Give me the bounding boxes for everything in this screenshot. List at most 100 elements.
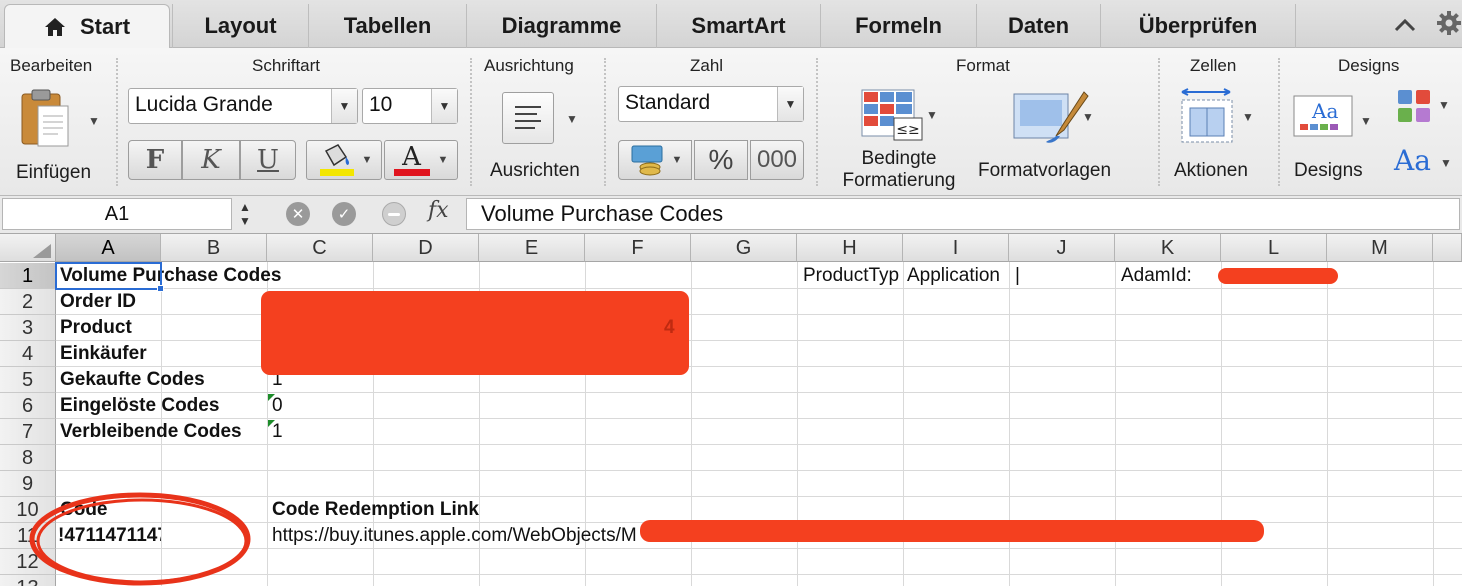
row-header-6[interactable]: 6 (0, 393, 56, 419)
column-header-i[interactable]: I (903, 234, 1009, 262)
chevron-down-icon: ▼ (88, 114, 100, 128)
designs-button[interactable]: Aa ▼ Designs (1290, 88, 1380, 188)
cell-actions-button[interactable]: ▼ Aktionen (1168, 86, 1268, 192)
font-color-glyph: A (402, 141, 421, 172)
gridline (56, 418, 1462, 419)
align-button[interactable]: ▼ Ausrichten (488, 88, 598, 188)
column-header-j[interactable]: J (1009, 234, 1115, 262)
tab-daten[interactable]: Daten (976, 4, 1100, 48)
formula-input[interactable]: Volume Purchase Codes (466, 198, 1460, 230)
column-header-g[interactable]: G (691, 234, 797, 262)
align-label: Ausrichten (490, 160, 580, 181)
column-header-c[interactable]: C (267, 234, 373, 262)
font-size-dropdown[interactable]: 10 ▼ (362, 88, 458, 124)
column-header-n[interactable] (1433, 234, 1462, 262)
cell-k1[interactable]: AdamId: (1117, 263, 1192, 289)
designs-label: Designs (1294, 160, 1363, 181)
row-header-3[interactable]: 3 (0, 315, 56, 341)
svg-text:Aa: Aa (1311, 99, 1338, 123)
row-header-7[interactable]: 7 (0, 419, 56, 445)
group-separator (604, 58, 606, 186)
format-styles-label: Formatvorlagen (978, 160, 1112, 181)
column-header-e[interactable]: E (479, 234, 585, 262)
confirm-icon[interactable]: ✓ (332, 202, 356, 226)
group-separator (1158, 58, 1160, 186)
cell-c6[interactable]: 0 (268, 393, 283, 419)
conditional-formatting-icon: ≤≥ (861, 89, 923, 141)
font-name-value: Lucida Grande (135, 93, 273, 116)
svg-text:≤≥: ≤≥ (896, 122, 919, 138)
font-name-dropdown[interactable]: Lucida Grande ▼ (128, 88, 358, 124)
cell-h1[interactable]: ProductTyp (801, 263, 903, 289)
row-header-2[interactable]: 2 (0, 289, 56, 315)
cell-a5[interactable]: Gekaufte Codes (56, 367, 205, 393)
tab-smartart[interactable]: SmartArt (656, 4, 820, 48)
tab-tabellen[interactable]: Tabellen (308, 4, 466, 48)
cell-selection (55, 262, 162, 290)
tab-start[interactable]: Start (4, 4, 170, 48)
column-header-k[interactable]: K (1115, 234, 1221, 262)
column-header-d[interactable]: D (373, 234, 479, 262)
tab-formeln[interactable]: Formeln (820, 4, 976, 48)
tab-ueberpruefen[interactable]: Überprüfen (1100, 4, 1296, 48)
cell-c10[interactable]: Code Redemption Link (268, 497, 479, 523)
paste-button[interactable]: ▼ Einfügen (8, 86, 108, 186)
fill-handle[interactable] (157, 285, 164, 292)
chevron-down-icon: ▼ (1242, 110, 1254, 124)
conditional-formatting-label: Bedingte Formatierung (834, 148, 964, 192)
cell-c7[interactable]: 1 (268, 419, 283, 445)
bold-button[interactable]: F (128, 140, 182, 180)
collapse-ribbon-icon[interactable] (1394, 12, 1416, 38)
column-header-b[interactable]: B (161, 234, 267, 262)
column-header-l[interactable]: L (1221, 234, 1327, 262)
italic-button[interactable]: K (182, 140, 240, 180)
cell-a7[interactable]: Verbleibende Codes (56, 419, 242, 445)
underline-button[interactable]: U (240, 140, 296, 180)
cell-a6[interactable]: Eingelöste Codes (56, 393, 219, 419)
percent-format-button[interactable]: % (694, 140, 748, 180)
conditional-formatting-button[interactable]: ≤≥ ▼ Bedingte Formatierung (830, 86, 966, 192)
chevron-down-icon: ▼ (1082, 110, 1094, 124)
cell-i1[interactable]: Application (905, 263, 1009, 289)
column-header-m[interactable]: M (1327, 234, 1433, 262)
redaction-mark (264, 294, 686, 372)
paste-label: Einfügen (16, 162, 92, 183)
gridline (1327, 262, 1328, 586)
column-header-a[interactable]: A (56, 234, 161, 262)
name-box[interactable]: A1 (2, 198, 232, 230)
column-header-f[interactable]: F (585, 234, 691, 262)
currency-format-button[interactable]: ▼ (618, 140, 692, 180)
tab-layout[interactable]: Layout (172, 4, 308, 48)
cell-a4[interactable]: Einkäufer (56, 341, 147, 367)
number-format-dropdown[interactable]: Standard ▼ (618, 86, 804, 122)
column-header-h[interactable]: H (797, 234, 903, 262)
cell-f3[interactable]: 4 (660, 315, 675, 341)
cell-c11[interactable]: https://buy.itunes.apple.com/WebObjects/… (268, 523, 637, 549)
thousands-format-button[interactable]: 000 (750, 140, 804, 180)
cell-a3[interactable]: Product (56, 315, 132, 341)
chevron-down-icon: ▼ (566, 112, 578, 126)
cell-j1[interactable]: | (1011, 263, 1020, 289)
gear-icon[interactable] (1436, 10, 1462, 42)
cancel-icon[interactable]: ✕ (286, 202, 310, 226)
row-header-8[interactable]: 8 (0, 445, 56, 471)
font-color-button[interactable]: A ▼ (384, 140, 458, 180)
home-icon (44, 17, 65, 36)
insert-function-button[interactable]: fx (428, 198, 449, 223)
formula-builder-icon[interactable] (382, 202, 406, 226)
theme-fonts-button[interactable]: Aa ▼ (1394, 144, 1460, 184)
theme-colors-button[interactable]: ▼ (1396, 88, 1456, 128)
row-header-1[interactable]: 1 (0, 263, 56, 289)
fill-color-button[interactable]: ▼ (306, 140, 382, 180)
clipboard-icon (21, 89, 69, 147)
format-styles-button[interactable]: ▼ Formatvorlagen (976, 86, 1136, 192)
row-header-4[interactable]: 4 (0, 341, 56, 367)
tab-diagramme[interactable]: Diagramme (466, 4, 656, 48)
select-all-button[interactable] (0, 234, 56, 262)
name-box-stepper[interactable]: ▲ ▼ (232, 198, 258, 230)
font-size-value: 10 (369, 93, 393, 116)
redaction-mark (640, 520, 1264, 542)
cell-a2[interactable]: Order ID (56, 289, 136, 315)
row-header-5[interactable]: 5 (0, 367, 56, 393)
group-title-zellen: Zellen (1190, 56, 1237, 75)
